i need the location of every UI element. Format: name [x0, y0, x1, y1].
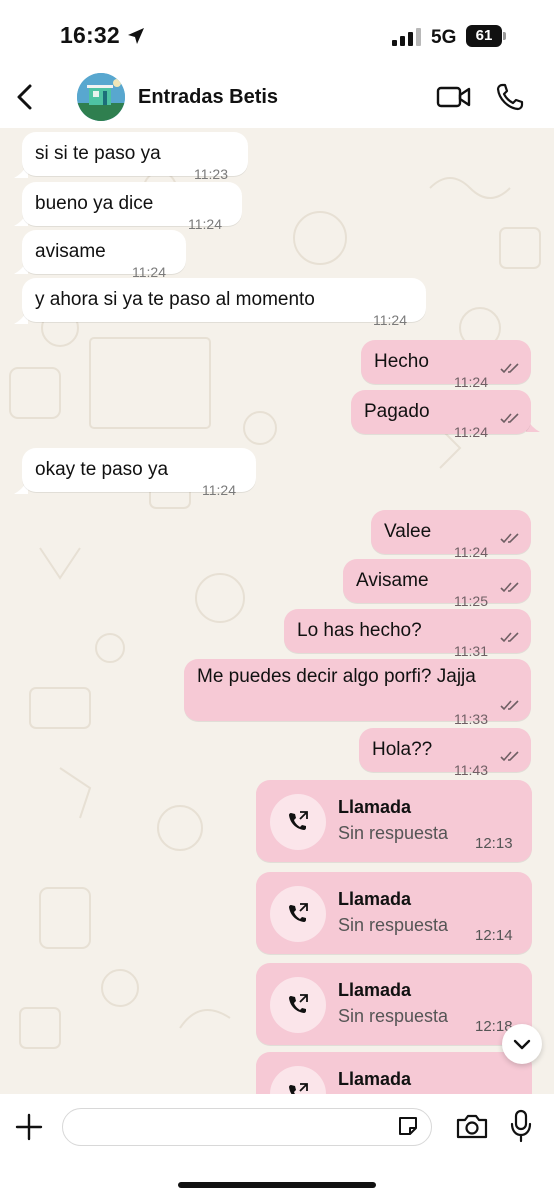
read-check-icon — [500, 700, 519, 711]
read-check-icon — [500, 582, 519, 593]
message-bubble-incoming[interactable]: si si te paso ya 11:23 — [22, 132, 248, 182]
missed-call-card[interactable]: Llamada Sin respuesta 12:18 — [256, 963, 532, 1045]
call-label: Llamada — [338, 797, 412, 817]
message-bubble-outgoing[interactable]: Lo has hecho? 11:31 — [284, 609, 531, 659]
message-text: bueno ya dice — [35, 193, 154, 214]
missed-call-icon — [270, 977, 326, 1033]
message-bubble-outgoing[interactable]: Hecho 11:24 — [361, 340, 531, 390]
message-text: si si te paso ya — [35, 143, 161, 164]
status-bar: 16:32 5G 61 — [0, 0, 554, 68]
message-text: Avisame — [356, 570, 429, 591]
call-status: Sin respuesta — [338, 1006, 449, 1026]
scroll-down-button[interactable] — [502, 1024, 542, 1064]
call-label: Llamada — [338, 980, 412, 1000]
message-input[interactable] — [62, 1108, 432, 1146]
message-bubble-incoming[interactable]: bueno ya dice 11:24 — [22, 182, 242, 232]
signal-icon — [392, 28, 421, 46]
message-bubble-incoming[interactable]: avisame 11:24 — [22, 230, 186, 280]
battery-icon: 61 — [466, 25, 506, 47]
mic-icon[interactable] — [508, 1109, 534, 1143]
call-status: Sin respuesta — [338, 915, 449, 935]
call-label: Llamada — [338, 889, 412, 909]
call-status: Sin respuesta — [338, 823, 449, 843]
read-check-icon — [500, 533, 519, 544]
phone-icon[interactable] — [495, 82, 525, 112]
missed-call-icon — [270, 1066, 326, 1094]
chevron-down-icon — [513, 1039, 531, 1050]
video-call-icon[interactable] — [436, 84, 472, 110]
message-text: Me puedes decir algo porfi? Jajja — [197, 666, 476, 687]
home-indicator — [178, 1182, 376, 1188]
message-time: 11:24 — [373, 312, 407, 328]
message-text: okay te paso ya — [35, 459, 169, 480]
sticker-icon[interactable] — [396, 1114, 420, 1138]
message-text: Hecho — [374, 351, 429, 372]
message-time: 11:24 — [454, 424, 488, 440]
message-text: Lo has hecho? — [297, 620, 422, 641]
chat-area[interactable]: si si te paso ya 11:23 bueno ya dice 11:… — [0, 128, 554, 1094]
plus-icon[interactable] — [14, 1112, 44, 1142]
message-bubble-outgoing[interactable]: Valee 11:24 — [371, 510, 531, 560]
missed-call-icon — [270, 886, 326, 942]
location-arrow-icon — [128, 28, 144, 44]
missed-call-card[interactable]: Llamada Sin respuesta 12:13 — [256, 780, 532, 862]
message-text: Pagado — [364, 401, 430, 422]
call-label: Llamada — [338, 1069, 412, 1089]
message-text: Valee — [384, 521, 432, 542]
message-time: 11:24 — [188, 216, 222, 232]
network-type: 5G — [431, 27, 457, 48]
composer-bar — [0, 1094, 554, 1200]
avatar-image — [77, 73, 125, 121]
call-time: 12:13 — [475, 835, 513, 852]
battery-level: 61 — [466, 25, 502, 47]
message-bubble-incoming[interactable]: okay te paso ya 11:24 — [22, 448, 256, 498]
message-text: avisame — [35, 241, 106, 262]
missed-call-card[interactable]: Llamada Sin respuesta 12:14 — [256, 872, 532, 954]
message-bubble-outgoing[interactable]: Me puedes decir algo porfi? Jajja 11:33 — [184, 659, 531, 727]
back-icon[interactable] — [10, 80, 40, 114]
avatar[interactable] — [77, 73, 125, 121]
message-text: y ahora si ya te paso al momento — [35, 289, 315, 310]
read-check-icon — [500, 413, 519, 424]
call-time: 12:14 — [475, 927, 513, 944]
chat-title[interactable]: Entradas Betis — [138, 86, 278, 109]
message-bubble-outgoing[interactable]: Avisame 11:25 — [343, 559, 531, 609]
message-bubble-incoming[interactable]: y ahora si ya te paso al momento 11:24 — [22, 278, 426, 328]
missed-call-card[interactable]: Llamada — [256, 1052, 532, 1094]
read-check-icon — [500, 363, 519, 374]
message-time: 11:24 — [202, 482, 236, 498]
message-text: Hola?? — [372, 739, 433, 760]
status-time: 16:32 — [60, 22, 120, 48]
message-bubble-outgoing[interactable]: Pagado 11:24 — [351, 390, 531, 440]
camera-icon[interactable] — [455, 1112, 489, 1140]
read-check-icon — [500, 632, 519, 643]
message-bubble-outgoing[interactable]: Hola?? 11:43 — [359, 728, 531, 778]
read-check-icon — [500, 751, 519, 762]
chat-header: Entradas Betis — [0, 68, 554, 128]
missed-call-icon — [270, 794, 326, 850]
